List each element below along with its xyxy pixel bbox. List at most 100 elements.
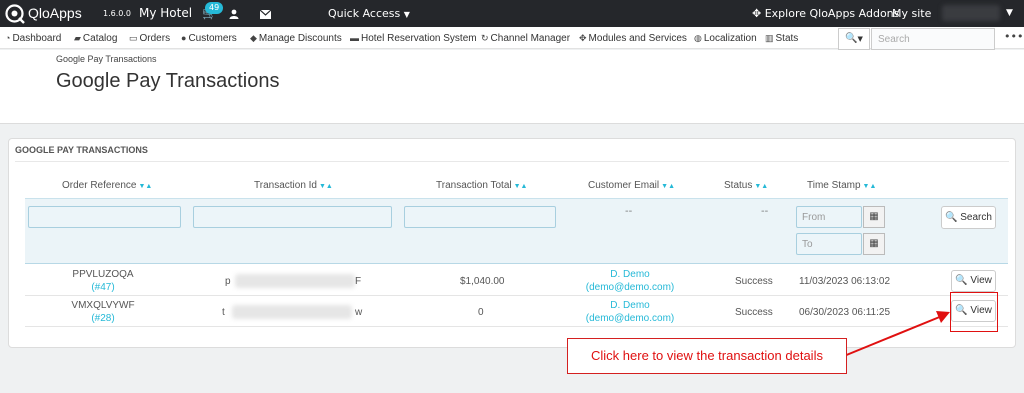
brand-name[interactable]: QloApps bbox=[28, 0, 82, 27]
order-reference: VMXQLVYWF bbox=[71, 300, 135, 311]
mail-icon[interactable] bbox=[259, 0, 272, 27]
version-label: 1.6.0.0 bbox=[103, 9, 131, 18]
breadcrumb: Google Pay Transactions bbox=[56, 54, 157, 64]
nav-item-modules[interactable]: ✥ Modules and Services bbox=[579, 27, 687, 49]
sort-icon[interactable]: ▼▲ bbox=[754, 183, 768, 190]
sort-icon[interactable]: ▼▲ bbox=[319, 183, 333, 190]
quick-access-label: Quick Access bbox=[328, 7, 401, 20]
nav-item-hotel-reservation[interactable]: ▬ Hotel Reservation System bbox=[350, 27, 477, 49]
customer-email-cell[interactable]: D. Demo (demo@demo.com) bbox=[585, 299, 675, 325]
column-header-order-reference[interactable]: Order Reference ▼▲ bbox=[62, 180, 152, 191]
top-bar: QloApps 1.6.0.0 My Hotel 🛒 49 Quick Acce… bbox=[0, 0, 1024, 27]
filter-transaction-total-input[interactable] bbox=[404, 206, 556, 228]
nav-label: Manage Discounts bbox=[258, 33, 342, 44]
calendar-icon[interactable]: ▦ bbox=[863, 233, 885, 255]
filter-order-reference-input[interactable] bbox=[28, 206, 181, 228]
customer-email[interactable]: (demo@demo.com) bbox=[585, 312, 675, 325]
order-reference-cell: PPVLUZOQA (#47) bbox=[68, 268, 138, 294]
sort-icon[interactable]: ▼▲ bbox=[863, 183, 877, 190]
column-header-transaction-id[interactable]: Transaction Id ▼▲ bbox=[254, 180, 333, 191]
nav-item-dashboard[interactable]: ◔ Dashboard bbox=[5, 27, 61, 49]
nav-label: Localization bbox=[703, 33, 757, 44]
column-header-transaction-total[interactable]: Transaction Total ▼▲ bbox=[436, 180, 527, 191]
calendar-icon[interactable]: ▦ bbox=[863, 206, 885, 228]
view-button-label: View bbox=[970, 275, 992, 286]
nav-item-catalog[interactable]: ▰ Catalog bbox=[74, 27, 117, 49]
order-id-link[interactable]: (#47) bbox=[68, 281, 138, 294]
status-text: Success bbox=[735, 276, 773, 287]
nav-label: Hotel Reservation System bbox=[361, 33, 477, 44]
transaction-id-suffix: w bbox=[355, 307, 363, 318]
nav-label: Catalog bbox=[82, 33, 118, 44]
column-label: Status bbox=[724, 180, 753, 191]
caret-down-icon: ▼ bbox=[857, 35, 863, 43]
customer-name[interactable]: D. Demo bbox=[585, 268, 675, 281]
book-icon: ▰ bbox=[74, 33, 81, 43]
sort-icon[interactable]: ▼▲ bbox=[514, 183, 528, 190]
column-label: Time Stamp bbox=[807, 180, 861, 191]
transaction-id-redacted bbox=[235, 274, 355, 288]
panel-divider bbox=[15, 161, 1009, 162]
customer-email[interactable]: (demo@demo.com) bbox=[585, 281, 675, 294]
nav-item-discounts[interactable]: ◆ Manage Discounts bbox=[250, 27, 342, 49]
transaction-id-redacted bbox=[232, 305, 352, 319]
nav-item-channel-manager[interactable]: ↻ Channel Manager bbox=[481, 27, 570, 49]
caret-down-icon[interactable]: ▼ bbox=[1006, 0, 1013, 27]
search-input[interactable] bbox=[871, 28, 995, 50]
filter-transaction-id-input[interactable] bbox=[193, 206, 392, 228]
bed-icon: ▬ bbox=[350, 33, 359, 43]
sort-icon[interactable]: ▼▲ bbox=[661, 183, 675, 190]
annotation-callout: Click here to view the transaction detai… bbox=[567, 338, 847, 374]
user-icon[interactable] bbox=[229, 0, 239, 27]
sort-icon[interactable]: ▼▲ bbox=[138, 183, 152, 190]
column-header-customer-email[interactable]: Customer Email ▼▲ bbox=[588, 180, 675, 191]
column-header-time-stamp[interactable]: Time Stamp ▼▲ bbox=[807, 180, 876, 191]
transaction-total: $1,040.00 bbox=[460, 276, 505, 287]
search-icon: 🔍 bbox=[845, 33, 858, 44]
filter-date-to-input[interactable] bbox=[796, 233, 862, 255]
zoom-icon: 🔍 bbox=[955, 275, 968, 286]
quick-access-dropdown[interactable]: Quick Access ▼ bbox=[328, 0, 410, 27]
employee-name-redacted[interactable] bbox=[942, 5, 1000, 21]
filter-date-from-input[interactable] bbox=[796, 206, 862, 228]
puzzle-icon: ✥ bbox=[579, 33, 587, 43]
nav-item-orders[interactable]: ▭ Orders bbox=[129, 27, 170, 49]
globe-icon: ◍ bbox=[694, 33, 702, 43]
explore-label: Explore QloApps Addons bbox=[764, 7, 900, 20]
transaction-id-prefix: t bbox=[222, 307, 225, 318]
bar-chart-icon: ▥ bbox=[765, 33, 774, 43]
transaction-id-prefix: p bbox=[225, 276, 231, 287]
nav-item-stats[interactable]: ▥ Stats bbox=[765, 27, 798, 49]
nav-item-customers[interactable]: ● Customers bbox=[181, 27, 237, 49]
column-header-status[interactable]: Status ▼▲ bbox=[724, 180, 768, 191]
view-button[interactable]: 🔍 View bbox=[951, 270, 996, 292]
cart-badge: 49 bbox=[205, 2, 224, 14]
refresh-icon: ↻ bbox=[481, 33, 489, 43]
customer-email-cell[interactable]: D. Demo (demo@demo.com) bbox=[585, 268, 675, 294]
shop-name-link[interactable]: My Hotel bbox=[139, 0, 192, 27]
column-label: Customer Email bbox=[588, 180, 660, 191]
nav-item-localization[interactable]: ◍ Localization bbox=[694, 27, 757, 49]
transaction-id-suffix: F bbox=[355, 276, 362, 287]
users-icon: ● bbox=[181, 33, 187, 43]
more-options-icon[interactable]: ••• bbox=[1004, 27, 1023, 47]
customer-name[interactable]: D. Demo bbox=[585, 299, 675, 312]
search-type-button[interactable]: 🔍▼ bbox=[838, 28, 870, 50]
my-site-link[interactable]: My site bbox=[892, 0, 931, 27]
tag-icon: ◆ bbox=[250, 33, 257, 43]
time-stamp: 11/03/2023 06:13:02 bbox=[799, 276, 891, 287]
order-id-link[interactable]: (#28) bbox=[68, 312, 138, 325]
nav-label: Customers bbox=[188, 33, 237, 44]
filter-status-placeholder: -- bbox=[761, 206, 769, 217]
page-title: Google Pay Transactions bbox=[56, 70, 280, 92]
qloapps-logo-icon[interactable] bbox=[4, 3, 25, 24]
column-label: Order Reference bbox=[62, 180, 137, 191]
puzzle-icon: ✥ bbox=[752, 7, 762, 20]
search-button[interactable]: 🔍 Search bbox=[941, 206, 996, 229]
panel-heading: Google Pay Transactions bbox=[15, 145, 148, 155]
explore-addons-link[interactable]: ✥ Explore QloApps Addons bbox=[752, 0, 899, 27]
column-label: Transaction Total bbox=[436, 180, 512, 191]
status-text: Success bbox=[735, 307, 773, 318]
search-icon: 🔍 bbox=[945, 212, 958, 223]
search-button-label: Search bbox=[960, 212, 992, 223]
